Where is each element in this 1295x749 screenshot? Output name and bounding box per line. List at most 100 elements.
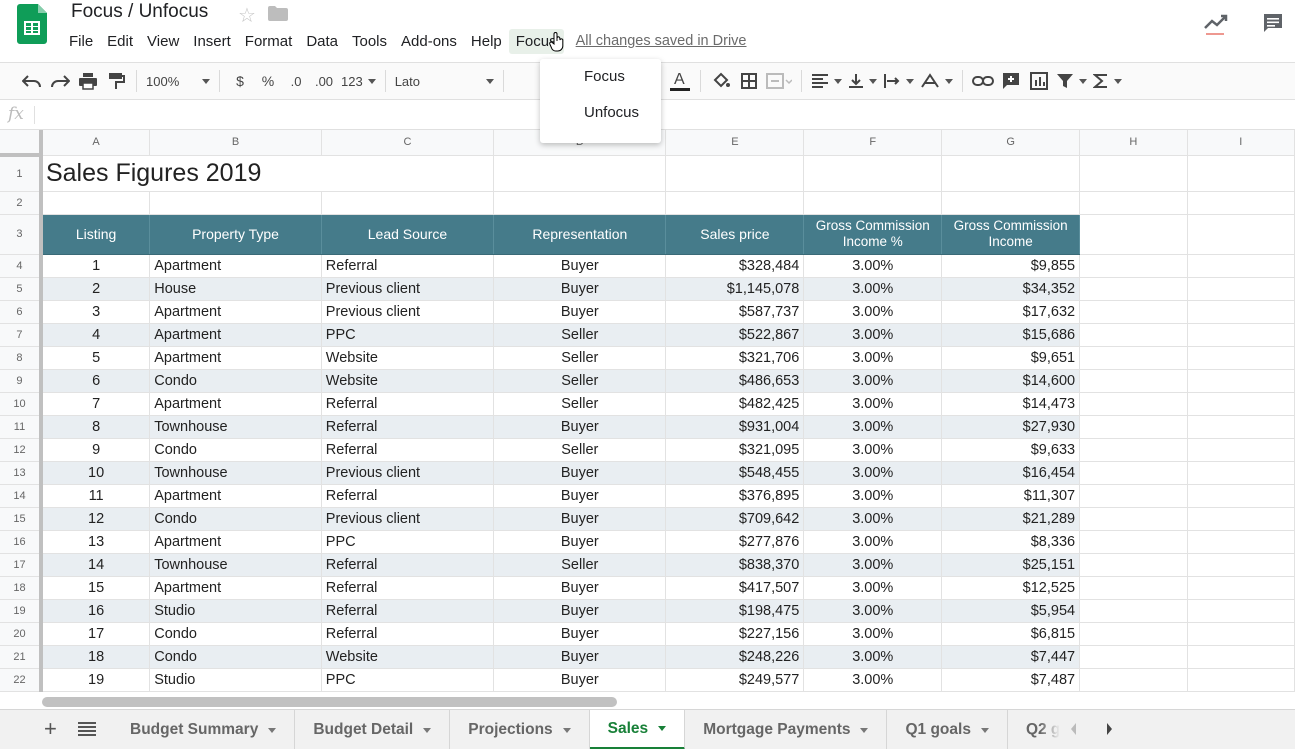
chevron-down-icon[interactable] — [658, 726, 667, 731]
sales-price-cell[interactable]: $417,507 — [665, 576, 805, 600]
cell[interactable] — [1079, 461, 1188, 485]
listing-cell[interactable]: 19 — [40, 668, 151, 692]
commission-percent-cell[interactable]: 3.00% — [803, 300, 943, 324]
row-header[interactable]: 12 — [0, 438, 43, 462]
sales-price-cell[interactable]: $548,455 — [665, 461, 805, 485]
insert-chart-icon[interactable] — [1025, 67, 1053, 95]
borders-icon[interactable] — [735, 67, 763, 95]
row-header[interactable]: 11 — [0, 415, 43, 439]
representation-cell[interactable]: Buyer — [493, 254, 667, 278]
row-header[interactable]: 7 — [0, 323, 43, 347]
representation-cell[interactable]: Buyer — [493, 599, 667, 623]
property-type-cell[interactable]: Studio — [149, 599, 322, 623]
insert-link-icon[interactable] — [969, 67, 997, 95]
percent-format-button[interactable]: % — [254, 67, 282, 95]
representation-cell[interactable]: Buyer — [493, 300, 667, 324]
commission-income-cell[interactable]: $8,336 — [941, 530, 1081, 554]
sheet-grid[interactable]: A B C D E F G H I 1 Sales Figures 2019 — [0, 130, 1295, 696]
lead-source-cell[interactable]: Referral — [321, 576, 495, 600]
sales-price-cell[interactable]: $587,737 — [665, 300, 805, 324]
listing-cell[interactable]: 12 — [40, 507, 151, 531]
commission-income-cell[interactable]: $12,525 — [941, 576, 1081, 600]
listing-cell[interactable]: 7 — [40, 392, 151, 416]
listing-cell[interactable]: 9 — [40, 438, 151, 462]
sheet-title-cell[interactable]: Sales Figures 2019 — [40, 155, 495, 192]
align-horizontal-icon[interactable] — [808, 67, 845, 95]
star-icon[interactable]: ☆ — [238, 3, 256, 28]
commission-percent-cell[interactable]: 3.00% — [803, 553, 943, 577]
cell[interactable] — [1079, 369, 1188, 393]
cell[interactable] — [1187, 155, 1295, 192]
property-type-cell[interactable]: Apartment — [149, 576, 322, 600]
commission-income-cell[interactable]: $34,352 — [941, 277, 1081, 301]
listing-cell[interactable]: 18 — [40, 645, 151, 669]
menu-file[interactable]: File — [62, 29, 100, 54]
all-sheets-icon[interactable] — [78, 722, 96, 736]
sheet-tab[interactable]: Projections — [450, 710, 590, 749]
sales-price-cell[interactable]: $709,642 — [665, 507, 805, 531]
listing-cell[interactable]: 1 — [40, 254, 151, 278]
listing-cell[interactable]: 8 — [40, 415, 151, 439]
header-representation[interactable]: Representation — [493, 214, 667, 255]
cell[interactable] — [941, 191, 1081, 215]
row-header[interactable]: 3 — [0, 214, 43, 255]
property-type-cell[interactable]: Townhouse — [149, 553, 322, 577]
cell[interactable] — [1079, 323, 1188, 347]
cell[interactable] — [1187, 323, 1295, 347]
commission-percent-cell[interactable]: 3.00% — [803, 622, 943, 646]
chevron-right-icon[interactable] — [1103, 722, 1115, 736]
cell[interactable] — [1079, 392, 1188, 416]
cell[interactable] — [1187, 622, 1295, 646]
cell[interactable] — [40, 191, 151, 215]
representation-cell[interactable]: Seller — [493, 392, 667, 416]
cell[interactable] — [1187, 461, 1295, 485]
sheet-tab[interactable]: Budget Detail — [295, 710, 451, 749]
commission-percent-cell[interactable]: 3.00% — [803, 645, 943, 669]
menu-addons[interactable]: Add-ons — [394, 29, 464, 54]
folder-icon[interactable] — [268, 6, 288, 21]
lead-source-cell[interactable]: Previous client — [321, 277, 495, 301]
currency-format-button[interactable]: $ — [226, 67, 254, 95]
commission-percent-cell[interactable]: 3.00% — [803, 277, 943, 301]
menu-edit[interactable]: Edit — [100, 29, 140, 54]
lead-source-cell[interactable]: PPC — [321, 668, 495, 692]
unfocus-menu-item[interactable]: Unfocus — [540, 95, 661, 131]
property-type-cell[interactable]: Townhouse — [149, 461, 322, 485]
cell[interactable] — [1079, 438, 1188, 462]
commission-income-cell[interactable]: $5,954 — [941, 599, 1081, 623]
row-header[interactable]: 13 — [0, 461, 43, 485]
cell[interactable] — [1187, 415, 1295, 439]
cell[interactable] — [493, 191, 667, 215]
sales-price-cell[interactable]: $277,876 — [665, 530, 805, 554]
activity-trend-icon[interactable] — [1203, 12, 1229, 36]
column-header-h[interactable]: H — [1079, 130, 1188, 156]
lead-source-cell[interactable]: Previous client — [321, 300, 495, 324]
commission-income-cell[interactable]: $21,289 — [941, 507, 1081, 531]
property-type-cell[interactable]: Condo — [149, 369, 322, 393]
undo-icon[interactable] — [18, 67, 46, 95]
commission-percent-cell[interactable]: 3.00% — [803, 392, 943, 416]
listing-cell[interactable]: 3 — [40, 300, 151, 324]
commission-income-cell[interactable]: $9,855 — [941, 254, 1081, 278]
listing-cell[interactable]: 10 — [40, 461, 151, 485]
comment-icon[interactable] — [1262, 12, 1284, 34]
commission-percent-cell[interactable]: 3.00% — [803, 461, 943, 485]
row-header[interactable]: 1 — [0, 155, 43, 192]
row-header[interactable]: 19 — [0, 599, 43, 623]
column-header-i[interactable]: I — [1187, 130, 1295, 156]
cell[interactable] — [1079, 214, 1188, 255]
chevron-down-icon[interactable] — [423, 727, 432, 733]
chevron-down-icon[interactable] — [980, 727, 989, 733]
cell[interactable] — [1079, 155, 1188, 192]
sheet-tab[interactable]: Budget Summary — [112, 710, 296, 749]
merge-cells-icon[interactable] — [763, 67, 795, 95]
representation-cell[interactable]: Seller — [493, 346, 667, 370]
sales-price-cell[interactable]: $486,653 — [665, 369, 805, 393]
commission-income-cell[interactable]: $25,151 — [941, 553, 1081, 577]
sheet-tab[interactable]: Sales — [589, 710, 686, 749]
property-type-cell[interactable]: Apartment — [149, 346, 322, 370]
cell[interactable] — [1187, 645, 1295, 669]
commission-income-cell[interactable]: $15,686 — [941, 323, 1081, 347]
listing-cell[interactable]: 13 — [40, 530, 151, 554]
commission-percent-cell[interactable]: 3.00% — [803, 323, 943, 347]
